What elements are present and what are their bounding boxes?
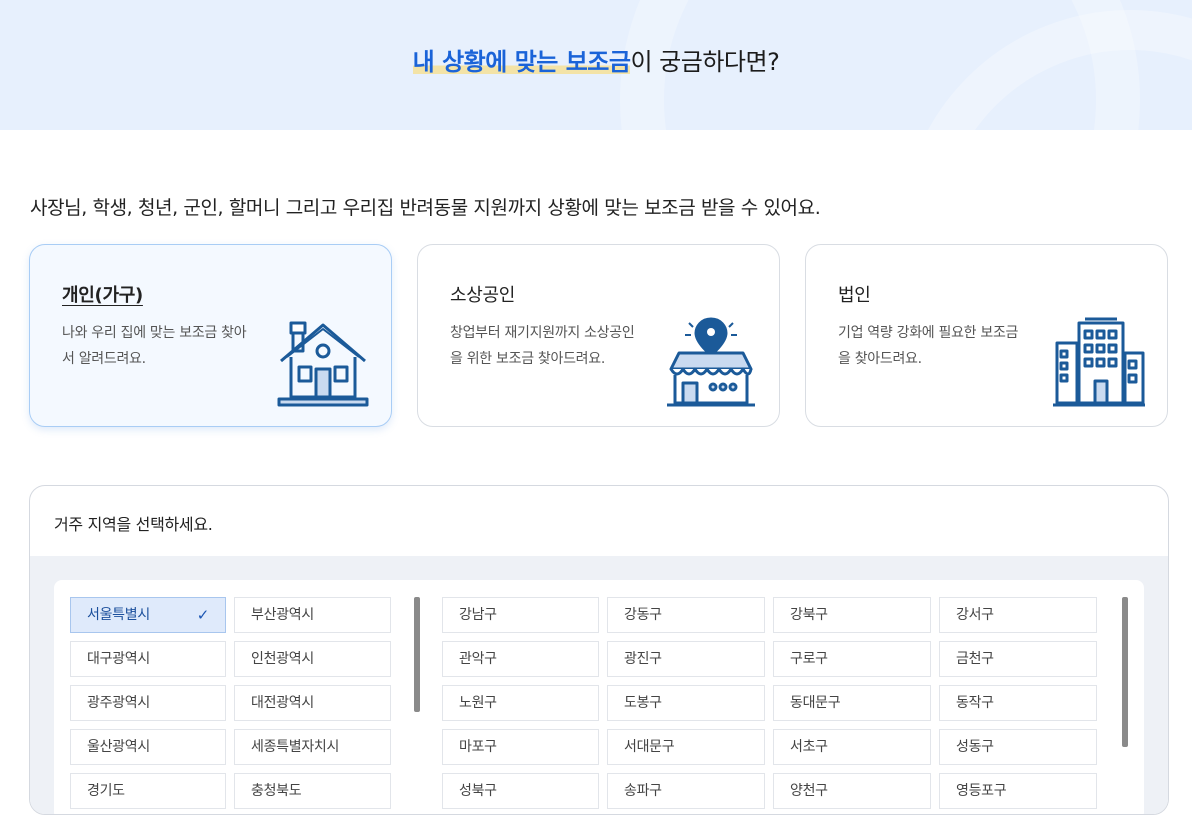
district-option[interactable]: 금천구	[939, 641, 1097, 677]
district-option[interactable]: 강서구	[939, 597, 1097, 633]
province-option[interactable]: 대전광역시	[234, 685, 391, 721]
province-option[interactable]: 세종특별자치시	[234, 729, 391, 765]
hero-banner: 내 상황에 맞는 보조금이 궁금하다면?	[0, 0, 1192, 130]
district-option[interactable]: 서대문구	[607, 729, 765, 765]
store-icon	[667, 317, 755, 407]
card-title: 법인	[838, 285, 871, 306]
district-option[interactable]: 도봉구	[607, 685, 765, 721]
district-option[interactable]: 강남구	[442, 597, 599, 633]
card-title: 소상공인	[450, 285, 516, 306]
province-option[interactable]: 경기도	[70, 773, 226, 809]
province-option[interactable]: 광주광역시	[70, 685, 226, 721]
region-selector: 거주 지역을 선택하세요. 서울특별시 ✓ 부산광역시 대구광역시 인천광역시 광…	[29, 485, 1169, 815]
district-option[interactable]: 관악구	[442, 641, 599, 677]
card-desc: 나와 우리 집에 맞는 보조금 찾아서 알려드려요.	[62, 325, 247, 367]
region-body: 서울특별시 ✓ 부산광역시 대구광역시 인천광역시 광주광역시 대전광역시 울산광…	[30, 556, 1168, 814]
intro-text: 사장님, 학생, 청년, 군인, 할머니 그리고 우리집 반려동물 지원까지 상…	[30, 197, 821, 219]
province-option[interactable]: 인천광역시	[234, 641, 391, 677]
district-option[interactable]: 서초구	[773, 729, 931, 765]
card-corporation[interactable]: 법인 기업 역량 강화에 필요한 보조금을 찾아드려요.	[805, 244, 1168, 427]
district-option[interactable]: 강북구	[773, 597, 931, 633]
district-option[interactable]: 성동구	[939, 729, 1097, 765]
building-icon	[1053, 317, 1145, 407]
district-option[interactable]: 동작구	[939, 685, 1097, 721]
district-option[interactable]: 영등포구	[939, 773, 1097, 809]
district-option[interactable]: 광진구	[607, 641, 765, 677]
province-label: 서울특별시	[87, 607, 150, 623]
house-icon	[277, 321, 369, 407]
district-option[interactable]: 송파구	[607, 773, 765, 809]
card-small-business[interactable]: 소상공인 창업부터 재기지원까지 소상공인을 위한 보조금 찾아드려요.	[417, 244, 780, 427]
province-option[interactable]: 대구광역시	[70, 641, 226, 677]
district-option[interactable]: 마포구	[442, 729, 599, 765]
title-highlight: 내 상황에 맞는 보조금	[412, 48, 631, 76]
card-desc: 기업 역량 강화에 필요한 보조금을 찾아드려요.	[838, 325, 1019, 367]
province-scrollbar[interactable]	[414, 597, 420, 712]
check-icon: ✓	[196, 606, 210, 624]
district-option[interactable]: 강동구	[607, 597, 765, 633]
card-individual[interactable]: 개인(가구) 나와 우리 집에 맞는 보조금 찾아서 알려드려요.	[29, 244, 392, 427]
province-option[interactable]: 울산광역시	[70, 729, 226, 765]
district-scrollbar[interactable]	[1122, 597, 1128, 747]
card-title: 개인(가구)	[62, 285, 143, 306]
province-option[interactable]: 부산광역시	[234, 597, 391, 633]
region-heading: 거주 지역을 선택하세요.	[54, 515, 213, 534]
district-option[interactable]: 성북구	[442, 773, 599, 809]
title-rest: 이 궁금하다면?	[630, 48, 780, 76]
district-option[interactable]: 동대문구	[773, 685, 931, 721]
card-desc: 창업부터 재기지원까지 소상공인을 위한 보조금 찾아드려요.	[450, 325, 635, 367]
district-option[interactable]: 양천구	[773, 773, 931, 809]
district-option[interactable]: 구로구	[773, 641, 931, 677]
category-cards: 개인(가구) 나와 우리 집에 맞는 보조금 찾아서 알려드려요. 소상공인 창…	[29, 244, 1168, 427]
province-option[interactable]: 충청북도	[234, 773, 391, 809]
region-panel: 서울특별시 ✓ 부산광역시 대구광역시 인천광역시 광주광역시 대전광역시 울산광…	[54, 580, 1144, 814]
page-title: 내 상황에 맞는 보조금이 궁금하다면?	[0, 42, 1192, 77]
province-option-selected[interactable]: 서울특별시 ✓	[70, 597, 226, 633]
district-option[interactable]: 노원구	[442, 685, 599, 721]
